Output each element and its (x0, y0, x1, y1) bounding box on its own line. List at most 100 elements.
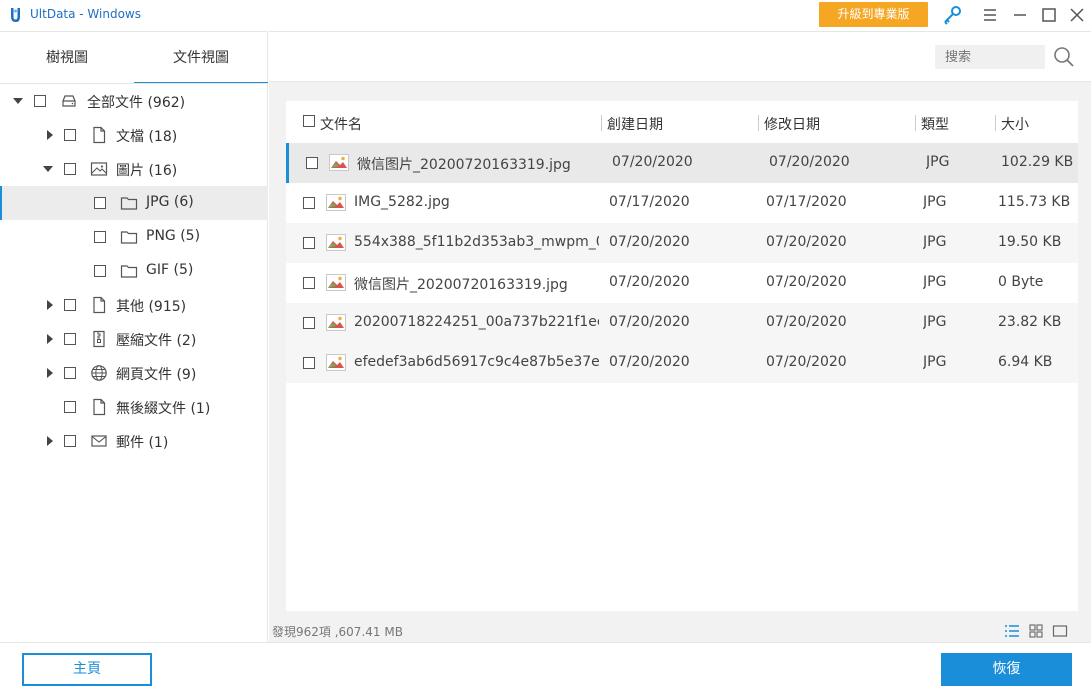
checkbox[interactable] (94, 265, 106, 277)
row-checkbox[interactable] (303, 197, 315, 209)
column-header-size[interactable]: 大小 (1001, 114, 1029, 134)
tree-item-png[interactable]: PNG (5) (0, 220, 268, 254)
row-checkbox[interactable] (303, 357, 315, 369)
checkbox[interactable] (94, 231, 106, 243)
list-view-icon[interactable] (1004, 624, 1020, 638)
file-modified: 07/17/2020 (766, 194, 847, 210)
tree-item-label: 網頁文件 (9) (116, 367, 197, 383)
tree-item-archives[interactable]: 壓縮文件 (2) (0, 322, 268, 356)
file-name: IMG_5282.jpg (354, 194, 450, 210)
caret-right-icon[interactable] (45, 334, 55, 344)
table-row[interactable]: IMG_5282.jpg 07/17/2020 07/17/2020 JPG 1… (286, 183, 1078, 223)
caret-right-icon[interactable] (45, 300, 55, 310)
minimize-icon[interactable] (1009, 4, 1031, 26)
row-checkbox[interactable] (303, 237, 315, 249)
key-icon[interactable] (941, 4, 963, 26)
file-modified: 07/20/2020 (766, 314, 847, 330)
tree-item-gif[interactable]: GIF (5) (0, 254, 268, 288)
file-created: 07/20/2020 (609, 354, 690, 370)
file-created: 07/20/2020 (612, 154, 693, 170)
column-header-type[interactable]: 類型 (921, 114, 949, 134)
checkbox[interactable] (64, 333, 76, 345)
file-size: 102.29 KB (1001, 154, 1074, 170)
preview-view-icon[interactable] (1052, 624, 1068, 638)
tree-item-label: 文檔 (18) (116, 129, 178, 145)
checkbox[interactable] (64, 299, 76, 311)
folder-icon (120, 265, 138, 278)
table-row[interactable]: 微信图片_20200720163319.jpg 07/20/2020 07/20… (286, 143, 1078, 183)
tree-item-jpg[interactable]: JPG (6) (0, 186, 268, 220)
checkbox[interactable] (64, 401, 76, 413)
table-row[interactable]: efedef3ab6d56917c9c4e87b5e37eb... 07/20/… (286, 343, 1078, 383)
file-size: 0 Byte (998, 274, 1044, 290)
ultdata-logo-icon (11, 8, 20, 22)
table-row[interactable]: 554x388_5f11b2d353ab3_mwpm_0... 07/20/20… (286, 223, 1078, 263)
file-modified: 07/20/2020 (766, 274, 847, 290)
home-button[interactable]: 主頁 (22, 653, 152, 686)
caret-right-icon[interactable] (45, 130, 55, 140)
image-file-icon (329, 154, 349, 171)
column-header-created[interactable]: 創建日期 (607, 114, 663, 134)
tab-file-view[interactable]: 文件視圖 (134, 32, 268, 84)
tree-item-web-files[interactable]: 網頁文件 (9) (0, 356, 268, 390)
table-header: 文件名 創建日期 修改日期 類型 大小 (286, 101, 1078, 143)
search-input[interactable] (935, 45, 1045, 69)
column-header-modified[interactable]: 修改日期 (764, 114, 820, 134)
close-icon[interactable] (1066, 4, 1088, 26)
column-divider (758, 115, 759, 131)
file-size: 19.50 KB (998, 234, 1062, 250)
checkbox[interactable] (94, 197, 106, 209)
mail-icon (91, 435, 107, 447)
tree-item-other[interactable]: 其他 (915) (0, 288, 268, 322)
menu-icon[interactable] (979, 4, 1001, 26)
tree-item-all-files[interactable]: 全部文件 (962) (0, 84, 268, 118)
caret-down-icon[interactable] (13, 96, 23, 106)
image-file-icon (326, 234, 346, 251)
file-type: JPG (926, 154, 950, 170)
recover-button[interactable]: 恢復 (941, 653, 1072, 686)
row-checkbox[interactable] (306, 157, 318, 169)
document-icon (93, 296, 106, 314)
checkbox[interactable] (64, 163, 76, 175)
table-row[interactable]: 20200718224251_00a737b221f1ec3... 07/20/… (286, 303, 1078, 343)
tree-item-label: 壓縮文件 (2) (116, 333, 197, 349)
row-checkbox[interactable] (303, 317, 315, 329)
maximize-icon[interactable] (1038, 4, 1060, 26)
select-all-checkbox[interactable] (303, 115, 315, 127)
image-file-icon (326, 274, 346, 291)
tree-item-documents[interactable]: 文檔 (18) (0, 118, 268, 152)
file-modified: 07/20/2020 (766, 234, 847, 250)
grid-view-icon[interactable] (1028, 624, 1044, 638)
document-icon (93, 398, 106, 416)
caret-right-icon[interactable] (45, 436, 55, 446)
upgrade-button[interactable]: 升級到專業版 (819, 2, 928, 27)
tree-item-no-extension[interactable]: 無後綴文件 (1) (0, 390, 268, 424)
image-file-icon (326, 314, 346, 331)
caret-right-icon[interactable] (45, 368, 55, 378)
table-row[interactable]: 微信图片_20200720163319.jpg 07/20/2020 07/20… (286, 263, 1078, 303)
file-name: 微信图片_20200720163319.jpg (357, 157, 571, 173)
tree-item-label: 圖片 (16) (116, 163, 178, 179)
tree-item-label: 其他 (915) (116, 299, 187, 315)
file-modified: 07/20/2020 (769, 154, 850, 170)
search-icon[interactable] (1053, 46, 1075, 68)
checkbox[interactable] (64, 129, 76, 141)
folder-icon (120, 231, 138, 244)
file-type: JPG (923, 354, 947, 370)
file-size: 23.82 KB (998, 314, 1062, 330)
column-header-name[interactable]: 文件名 (320, 114, 362, 134)
row-checkbox[interactable] (303, 277, 315, 289)
zip-icon (93, 330, 105, 348)
caret-down-icon[interactable] (43, 164, 53, 174)
tree-item-label: 郵件 (1) (116, 435, 169, 451)
tree-item-mail[interactable]: 郵件 (1) (0, 424, 268, 458)
checkbox[interactable] (64, 367, 76, 379)
checkbox[interactable] (34, 95, 46, 107)
file-name: efedef3ab6d56917c9c4e87b5e37eb... (354, 354, 599, 370)
tree-item-images[interactable]: 圖片 (16) (0, 152, 268, 186)
checkbox[interactable] (64, 435, 76, 447)
tab-tree-view[interactable]: 樹視圖 (0, 32, 134, 84)
image-icon (90, 162, 108, 176)
column-divider (601, 115, 602, 131)
tree-item-label: 全部文件 (962) (87, 95, 186, 111)
